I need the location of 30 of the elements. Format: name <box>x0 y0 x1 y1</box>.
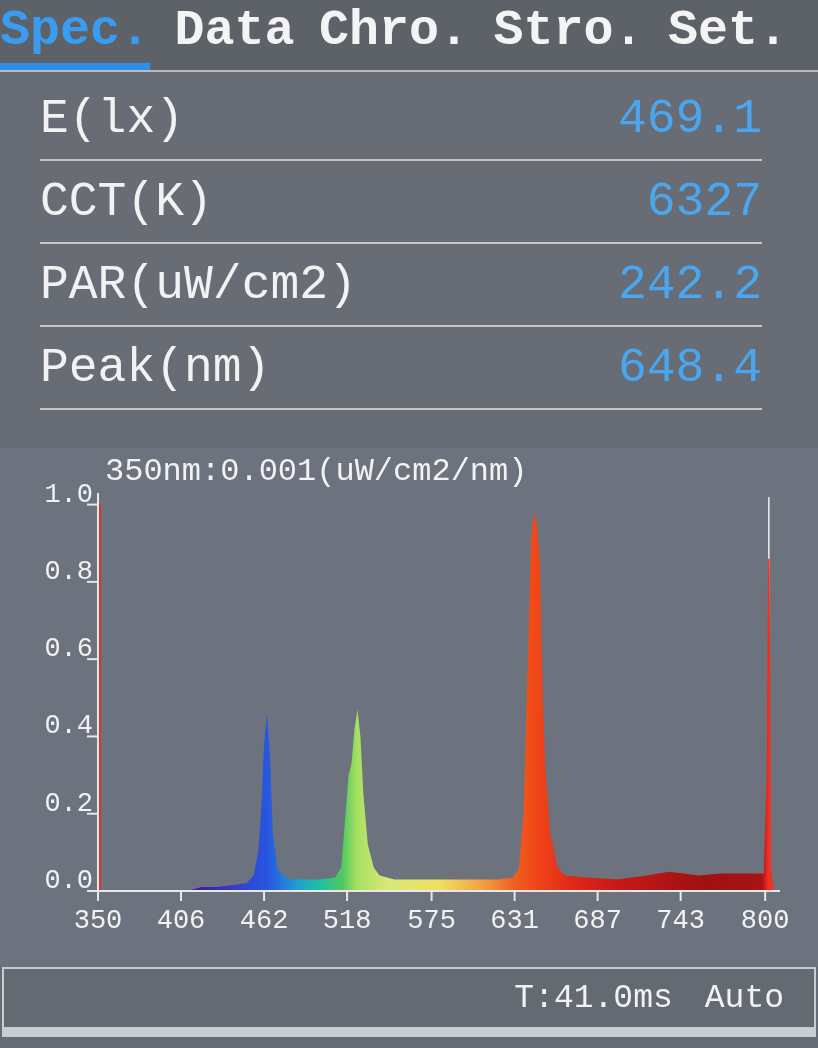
y-tick-label: 1.0 <box>44 479 93 510</box>
y-tick-label: 0.6 <box>44 634 93 665</box>
x-tick-label: 462 <box>239 906 289 936</box>
y-tick-label: 0.4 <box>44 711 93 742</box>
y-tick-label: 0.2 <box>44 788 93 819</box>
reading-value: 242.2 <box>617 260 762 309</box>
chart-title: 350nm:0.001(uW/cm2/nm) <box>105 453 528 490</box>
tab[interactable]: Set. <box>667 4 788 70</box>
y-tick-label: 0.8 <box>44 556 93 587</box>
reading-label: E(lx) <box>40 94 185 143</box>
mode-label: Auto <box>704 981 784 1015</box>
reading-value: 469.1 <box>617 94 762 143</box>
x-tick-label: 687 <box>573 906 622 936</box>
reading-label: Peak(nm) <box>40 343 271 392</box>
reading-value: 648.4 <box>617 343 762 392</box>
reading-label: CCT(K) <box>40 177 213 226</box>
x-tick-label: 350 <box>73 906 123 936</box>
x-tick-label: 406 <box>156 906 206 936</box>
x-tick-label: 575 <box>407 906 456 936</box>
x-tick-label: 800 <box>740 906 790 936</box>
x-tick-label: 518 <box>322 906 372 936</box>
tab[interactable]: Data <box>174 4 295 70</box>
y-tick-label: 0.0 <box>44 866 93 896</box>
x-tick-label: 743 <box>656 906 705 936</box>
x-tick-label: 631 <box>490 906 539 936</box>
reading-label: PAR(uW/cm2) <box>40 260 357 309</box>
tab[interactable]: Chro. <box>318 4 469 70</box>
exposure-time: T:41.0ms <box>514 981 673 1015</box>
reading-value: 6327 <box>646 177 762 226</box>
tab[interactable]: Stro. <box>493 4 644 70</box>
